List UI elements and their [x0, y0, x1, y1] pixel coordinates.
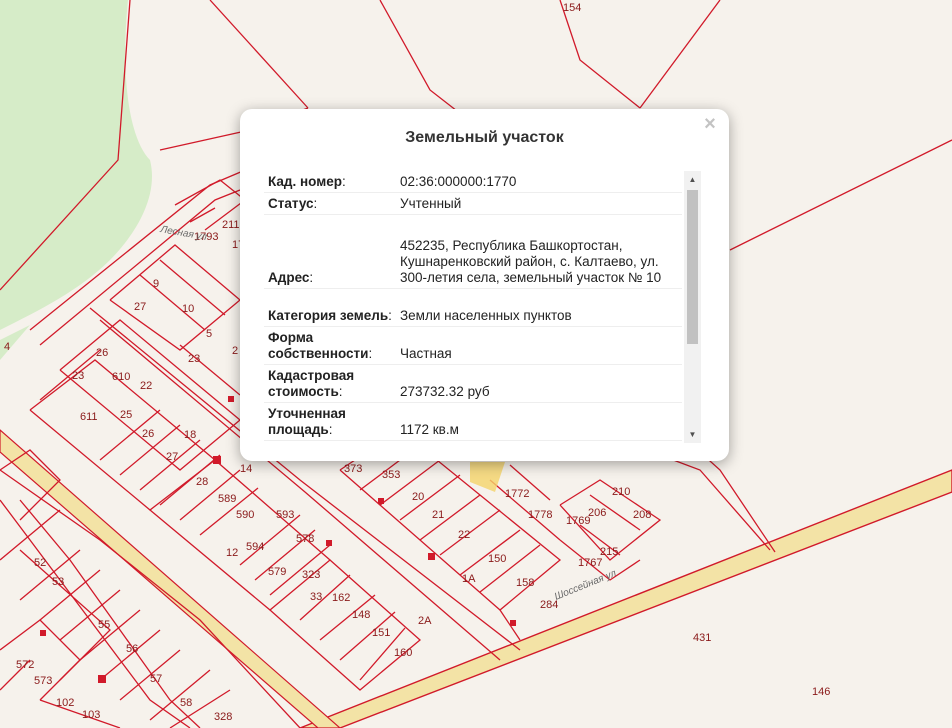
info-row-label-text: Статус — [268, 196, 314, 211]
parcel-number-label: 593 — [276, 509, 294, 521]
parcel-number-label: 148 — [352, 609, 370, 621]
parcel-number-label: 9 — [153, 278, 159, 290]
parcel-info-popup: × Земельный участок Кад. номер: 02:36:000… — [240, 109, 729, 461]
parcel-number-label: 21 — [432, 509, 444, 521]
parcel-number-label: 151 — [372, 627, 390, 639]
parcel-number-label: 1767 — [578, 557, 602, 569]
info-row-value: 1172 кв.м — [400, 422, 459, 437]
parcel-number-label: 22 — [140, 380, 152, 392]
parcel-number-label: 1769 — [566, 515, 590, 527]
parcel-number-label: 594 — [246, 541, 264, 553]
info-row-label-text: Уточненная площадь — [268, 406, 346, 437]
parcel-number-label: 146 — [812, 686, 830, 698]
parcel-number-label: 5 — [206, 328, 212, 340]
parcel-number-label: 610 — [112, 371, 130, 383]
parcel-number-label: 206 — [588, 507, 606, 519]
parcel-number-label: 2 — [232, 345, 238, 357]
info-row: Адрес: 452235, Республика Башкортостан, К… — [264, 215, 682, 289]
parcel-number-label: 55 — [98, 619, 110, 631]
parcel-number-label: 10 — [182, 303, 194, 315]
info-row-label: Кад. номер: — [268, 174, 346, 189]
info-row-label-text: Кад. номер — [268, 174, 342, 189]
parcel-number-label: 56 — [126, 643, 138, 655]
parcel-number-label: 150 — [488, 553, 506, 565]
info-row-value: 02:36:000000:1770 — [400, 174, 517, 189]
info-row-label: Кадастровая стоимость: — [268, 368, 355, 399]
parcel-number-label: 572 — [16, 659, 34, 671]
info-row-label: Категория земель: — [268, 308, 392, 323]
parcel-number-label: 215 — [600, 546, 618, 558]
info-row: Категория земель: Земли населенных пункто… — [264, 289, 682, 327]
scroll-down-icon[interactable]: ▼ — [684, 426, 701, 443]
scroll-up-icon[interactable]: ▲ — [684, 171, 701, 188]
parcel-number-label: 573 — [34, 675, 52, 687]
info-row-value: Земли населенных пунктов — [400, 308, 572, 323]
parcel-number-label: 353 — [382, 469, 400, 481]
parcel-number-label: 27 — [134, 301, 146, 313]
parcel-number-label: 1А — [462, 573, 476, 585]
parcel-number-label: 158 — [516, 577, 534, 589]
parcel-number-label: 26 — [142, 428, 154, 440]
parcel-number-label: 431 — [693, 632, 711, 644]
parcel-number-label: 52 — [34, 557, 46, 569]
parcel-number-label: 102 — [56, 697, 74, 709]
parcel-number-label: 33 — [310, 591, 322, 603]
parcel-number-label: 1778 — [528, 509, 552, 521]
info-row-label-text: Форма собственности — [268, 330, 369, 361]
parcel-number-label: 611 — [80, 411, 98, 423]
scroll-thumb[interactable] — [687, 190, 698, 344]
info-row: Уточненная площадь: 1172 кв.м — [264, 403, 682, 441]
info-row-value: 273732.32 руб — [400, 384, 490, 399]
info-row: Кадастровая стоимость: 273732.32 руб — [264, 365, 682, 403]
parcel-number-label: 20 — [412, 491, 424, 503]
parcel-number-label: 57 — [150, 673, 162, 685]
parcel-number-label: 25 — [120, 409, 132, 421]
parcel-number-label: 58 — [180, 697, 192, 709]
parcel-number-label: 23 — [188, 353, 200, 365]
parcel-number-label: 210 — [612, 486, 630, 498]
info-table: Кад. номер: 02:36:000000:1770 Статус: Учтен… — [264, 171, 682, 441]
info-row: Форма собственности: Частная — [264, 327, 682, 365]
parcel-number-label: 2А — [418, 615, 432, 627]
info-row-label: Уточненная площадь: — [268, 406, 346, 437]
info-row: Статус: Учтенный — [264, 193, 682, 215]
parcel-number-label: 211 — [222, 219, 240, 231]
info-row-label: Адрес: — [268, 270, 314, 285]
parcel-number-label: 160 — [394, 647, 412, 659]
parcel-number-label: 22 — [458, 529, 470, 541]
parcel-number-label: 328 — [214, 711, 232, 723]
info-row: Кад. номер: 02:36:000000:1770 — [264, 171, 682, 193]
info-row-label-text: Категория земель — [268, 308, 389, 323]
parcel-number-label: 579 — [268, 566, 286, 578]
parcel-number-label: 578 — [296, 533, 314, 545]
parcel-number-label: 103 — [82, 709, 100, 721]
parcel-number-label: 208 — [633, 509, 651, 521]
parcel-number-label: 590 — [236, 509, 254, 521]
parcel-number-label: 53 — [52, 576, 64, 588]
info-row-value: Частная — [400, 346, 452, 361]
info-row-value: 452235, Республика Башкортостан, Кушнаре… — [400, 238, 662, 285]
popup-scrollbar[interactable]: ▲ ▼ — [684, 171, 701, 443]
parcel-number-label: 12 — [226, 547, 238, 559]
parcel-number-label: 4 — [4, 341, 10, 353]
parcel-number-label: 373 — [344, 463, 362, 475]
parcel-number-label: 1772 — [505, 488, 529, 500]
info-row-label: Статус: — [268, 196, 318, 211]
parcel-number-label: 23 — [72, 370, 84, 382]
popup-scroll-area[interactable]: Кад. номер: 02:36:000000:1770 Статус: Учтен… — [264, 171, 704, 445]
parcel-number-label: 162 — [332, 592, 350, 604]
parcel-number-label: 589 — [218, 493, 236, 505]
info-row-label: Форма собственности: — [268, 330, 373, 361]
parcel-number-label: 28 — [196, 476, 208, 488]
parcel-number-label: 18 — [184, 429, 196, 441]
parcel-number-label: 26 — [96, 347, 108, 359]
parcel-number-label: 154 — [563, 2, 581, 14]
info-row-label-text: Адрес — [268, 270, 310, 285]
parcel-number-label: 323 — [302, 569, 320, 581]
parcel-number-label: 27 — [166, 451, 178, 463]
info-row-value: Учтенный — [400, 196, 462, 211]
parcel-number-label: 14 — [240, 463, 252, 475]
popup-title: Земельный участок — [405, 129, 564, 146]
